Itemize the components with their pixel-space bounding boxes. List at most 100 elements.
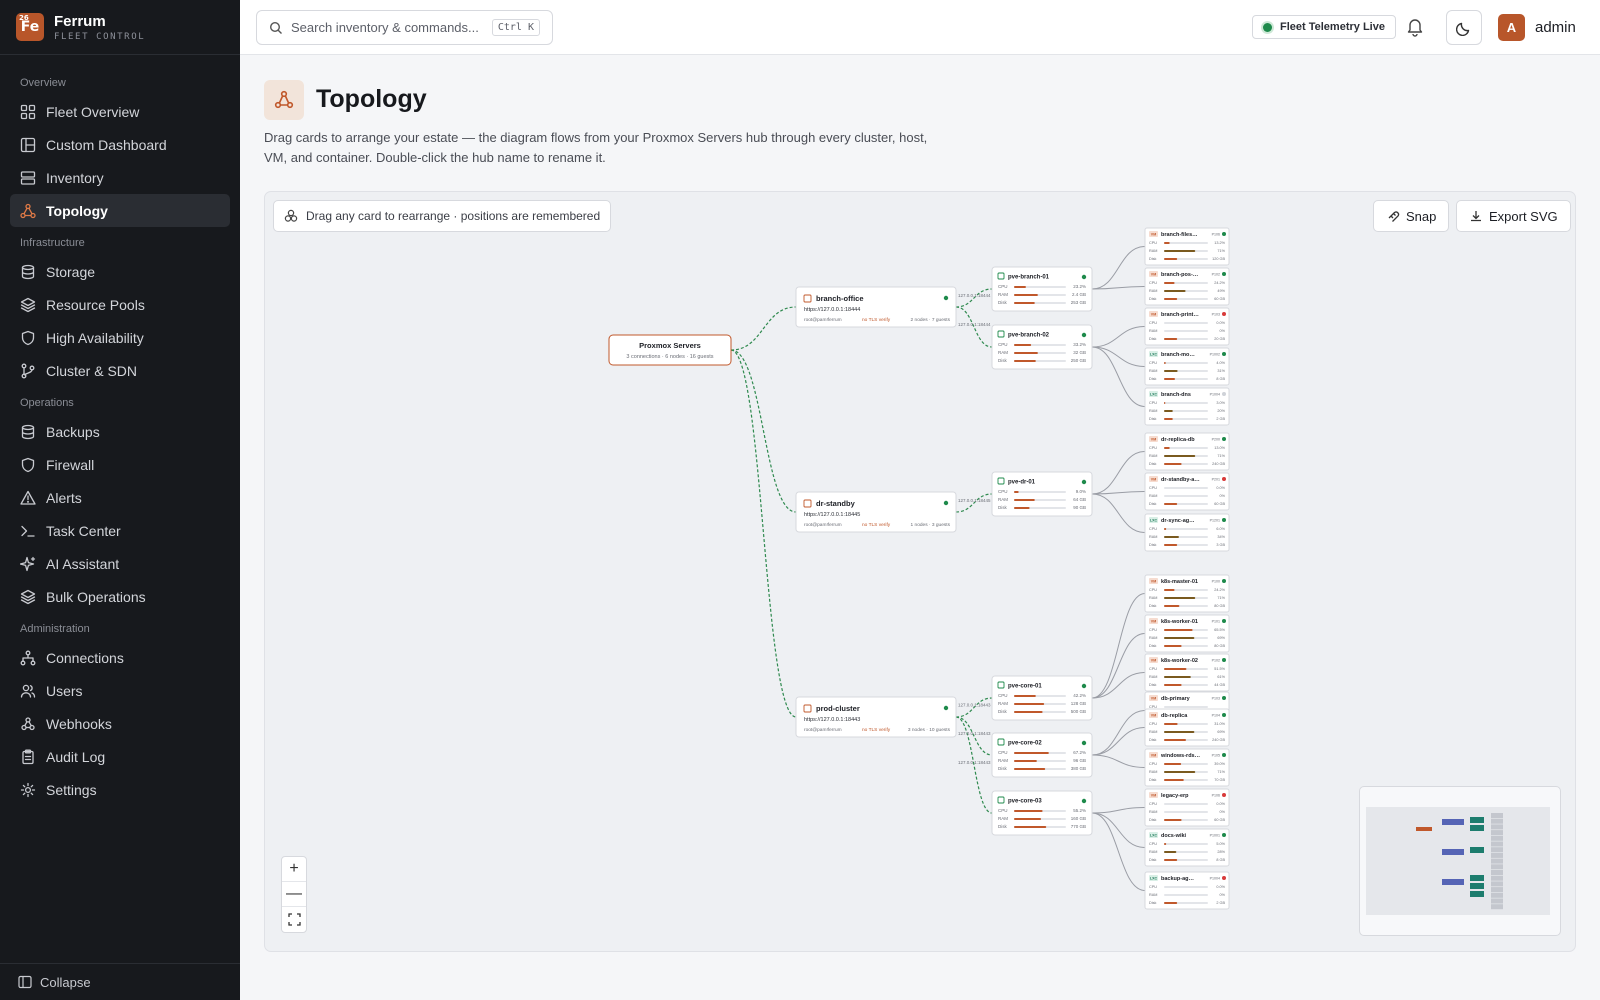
- minimap-guest: [1491, 875, 1503, 881]
- metric-label: RAM: [998, 758, 1008, 763]
- node-card: pve-branch-01CPU 23.2% RAM 2.4 GB Disk 253 GB: [991, 266, 1093, 312]
- brand[interactable]: 26 Fe Ferrum FLEET CONTROL: [0, 0, 240, 55]
- sidebar-item-fleet-overview[interactable]: Fleet Overview: [10, 95, 230, 128]
- collapse-button[interactable]: Collapse: [0, 963, 240, 1000]
- topology-canvas[interactable]: Proxmox Servers 3 connections · 6 nodes ·…: [264, 191, 1576, 952]
- guest-kind-label: VM: [1151, 233, 1156, 237]
- guest-name: branch-files…: [1161, 232, 1198, 238]
- minimap-hub: [1416, 827, 1432, 831]
- sidebar-item-cluster-sdn[interactable]: Cluster & SDN: [10, 354, 230, 387]
- zoom-in-button[interactable]: +: [282, 857, 306, 882]
- snap-button[interactable]: Snap: [1373, 200, 1450, 232]
- metric-value: 13.0%: [1214, 446, 1225, 450]
- sidebar-item-webhooks[interactable]: Webhooks: [10, 707, 230, 740]
- metric-bar: [1014, 810, 1043, 812]
- metric-label: CPU: [1149, 446, 1157, 450]
- metric-value: 28%: [1217, 850, 1225, 854]
- telemetry-status-badge[interactable]: Fleet Telemetry Live: [1252, 15, 1396, 39]
- metric-value: 32 GB: [1073, 350, 1086, 355]
- node-card: pve-branch-02CPU 33.2% RAM 32 GB Disk 250 GB: [991, 324, 1093, 370]
- sidebar-item-settings[interactable]: Settings: [10, 773, 230, 806]
- zoom-out-button[interactable]: —: [282, 882, 306, 907]
- sidebar-item-resource-pools[interactable]: Resource Pools: [10, 288, 230, 321]
- status-dot-icon: [1222, 518, 1226, 522]
- snap-label: Snap: [1406, 208, 1437, 224]
- metric-label: CPU: [998, 284, 1008, 289]
- sidebar-item-storage[interactable]: Storage: [10, 255, 230, 288]
- metric-bar: [1164, 902, 1178, 904]
- edge-label: 127.0.0.1:18444: [958, 322, 991, 327]
- sidebar-item-alerts[interactable]: Alerts: [10, 481, 230, 514]
- sidebar-item-task-center[interactable]: Task Center: [10, 514, 230, 547]
- status-dot-icon: [1222, 876, 1226, 880]
- cluster-summary: 1 nodes · 3 guests: [911, 522, 951, 528]
- node-guest-edge: [1091, 812, 1146, 891]
- minimap-guest: [1491, 847, 1503, 853]
- minimap[interactable]: [1359, 786, 1561, 936]
- sidebar-item-label: Task Center: [46, 522, 121, 539]
- sidebar-item-bulk-operations[interactable]: Bulk Operations: [10, 580, 230, 613]
- minimap-guest: [1491, 887, 1503, 893]
- node-guest-edge: [1091, 754, 1146, 768]
- metric-track: [1164, 487, 1208, 489]
- zoom-controls: + —: [281, 856, 307, 933]
- metric-bar: [1164, 629, 1193, 631]
- metric-track: [1164, 894, 1208, 896]
- fit-view-button[interactable]: [282, 907, 306, 932]
- sidebar-item-users[interactable]: Users: [10, 674, 230, 707]
- metric-bar: [1164, 242, 1170, 244]
- sidebar-item-ai-assistant[interactable]: AI Assistant: [10, 547, 230, 580]
- sidebar-item-inventory[interactable]: Inventory: [10, 161, 230, 194]
- avatar[interactable]: A: [1498, 14, 1525, 41]
- metric-label: Disk: [1149, 738, 1156, 742]
- sidebar-item-label: Firewall: [46, 456, 95, 473]
- metric-value: 240 GB: [1212, 462, 1225, 466]
- metric-bar: [1014, 760, 1037, 762]
- sidebar-item-firewall[interactable]: Firewall: [10, 448, 230, 481]
- sidebar-item-backups[interactable]: Backups: [10, 415, 230, 448]
- layers-icon: [20, 297, 36, 313]
- guest-kind-label: VM: [1151, 273, 1156, 277]
- topology-nodes: Proxmox Servers 3 connections · 6 nodes ·…: [608, 227, 1230, 910]
- metric-bar: [1014, 286, 1026, 288]
- metric-bar: [1164, 418, 1173, 420]
- guest-id: P201: [1212, 478, 1220, 482]
- search-input[interactable]: Search inventory & commands... Ctrl K: [256, 10, 553, 45]
- sidebar-item-topology[interactable]: Topology: [10, 194, 230, 227]
- export-svg-label: Export SVG: [1489, 208, 1558, 224]
- sidebar-item-custom-dashboard[interactable]: Custom Dashboard: [10, 128, 230, 161]
- status-dot-icon: [1222, 793, 1226, 797]
- sidebar-item-audit-log[interactable]: Audit Log: [10, 740, 230, 773]
- metric-value: 120 GB: [1212, 257, 1225, 261]
- metric-label: CPU: [1149, 842, 1157, 846]
- page-title: Topology: [316, 85, 427, 113]
- sidebar-item-high-availability[interactable]: High Availability: [10, 321, 230, 354]
- guest-id: P100: [1212, 580, 1220, 584]
- theme-toggle-button[interactable]: [1446, 10, 1482, 45]
- status-dot-icon: [1222, 658, 1226, 662]
- minimap-guest: [1491, 835, 1503, 841]
- sidebar-item-label: Inventory: [46, 169, 104, 186]
- status-dot-icon: [1222, 352, 1226, 356]
- user-name[interactable]: admin: [1535, 19, 1576, 36]
- metric-track: [1164, 803, 1208, 805]
- guest-kind-label: VM: [1151, 659, 1156, 663]
- minimap-cluster: [1442, 849, 1464, 855]
- metric-label: Disk: [1149, 337, 1156, 341]
- node-guest-edge: [1091, 727, 1146, 756]
- minimap-diagram: [1366, 807, 1550, 915]
- guest-name: db-primary: [1161, 696, 1191, 702]
- metric-value: 71%: [1217, 249, 1225, 253]
- metric-value: 80 GB: [1214, 604, 1225, 608]
- guest-id: P1002: [1210, 353, 1220, 357]
- metric-label: CPU: [1149, 667, 1157, 671]
- metric-bar: [1164, 605, 1180, 607]
- sidebar-item-connections[interactable]: Connections: [10, 641, 230, 674]
- metric-track: [1164, 528, 1208, 530]
- metric-bar: [1014, 818, 1042, 820]
- metric-value: 71%: [1217, 596, 1225, 600]
- notifications-bell-icon[interactable]: [1406, 17, 1424, 42]
- export-svg-button[interactable]: Export SVG: [1456, 200, 1571, 232]
- metric-bar: [1164, 455, 1196, 457]
- metric-track: [1014, 491, 1066, 493]
